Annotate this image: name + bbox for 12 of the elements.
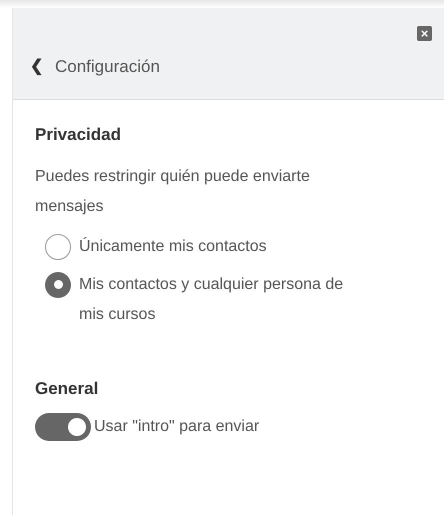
radio-label: Mis contactos y cualquier persona de mis cursos bbox=[79, 274, 344, 324]
radio-label: Únicamente mis contactos bbox=[79, 236, 267, 256]
section-heading: Privacidad bbox=[35, 124, 122, 146]
toggle-label: Usar "intro" para enviar bbox=[94, 417, 260, 437]
close-button[interactable]: × bbox=[417, 26, 432, 41]
section-heading: General bbox=[35, 378, 100, 400]
back-button[interactable]: ❮ bbox=[30, 58, 43, 75]
radio-button[interactable] bbox=[45, 234, 71, 260]
toggle-switch[interactable] bbox=[35, 413, 91, 441]
panel-title: Configuración bbox=[55, 56, 160, 78]
description-text: Puedes restringir quién puede enviarte mensajes bbox=[35, 166, 311, 216]
radio-button[interactable] bbox=[45, 272, 71, 298]
